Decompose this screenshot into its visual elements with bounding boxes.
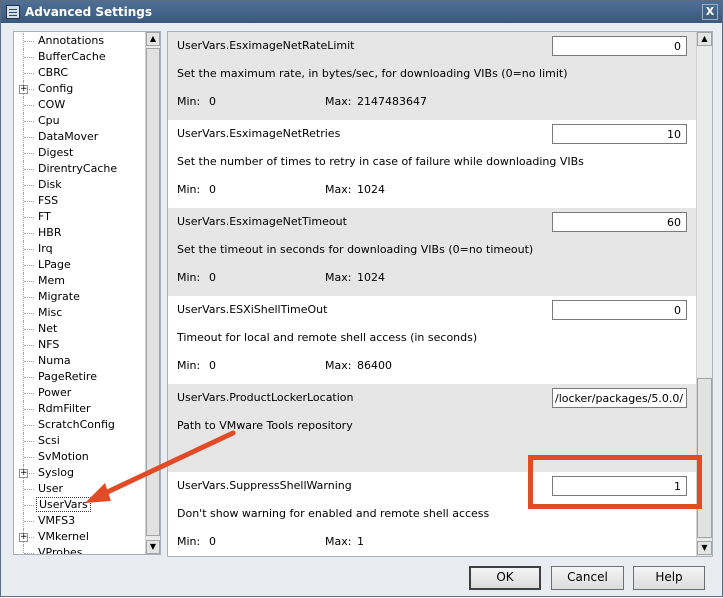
ok-button[interactable]: OK [469,566,541,590]
advanced-settings-window: Advanced Settings X Annotations BufferCac… [0,0,723,597]
help-button[interactable]: Help [633,566,705,590]
annotation-arrow [85,430,236,503]
cancel-button[interactable]: Cancel [551,566,624,590]
